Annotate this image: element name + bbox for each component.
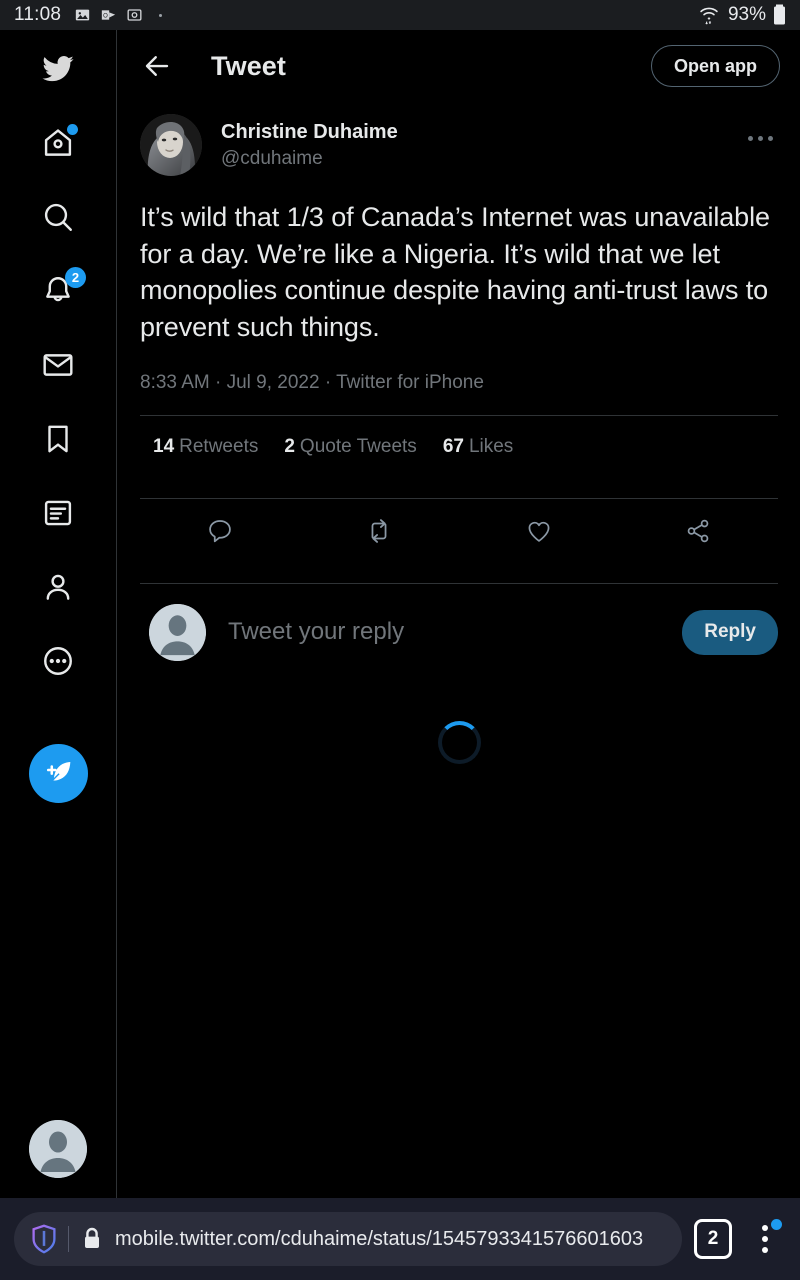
christine-duhaime-avatar [140,114,202,176]
home-badge-dot [67,124,78,135]
retweet-action-button[interactable] [300,517,460,545]
tab-switcher-button[interactable]: 2 [694,1219,732,1259]
quote-tweets-label: Quote Tweets [299,435,417,457]
likes-label: Likes [468,435,514,457]
svg-text:O: O [103,13,108,19]
reply-input[interactable]: Tweet your reply [228,618,404,646]
open-app-button[interactable]: Open app [650,45,780,87]
twitter-sidebar-rail: 2 [0,30,117,1198]
more-circle-icon [41,644,75,678]
search-icon [41,200,75,234]
home-icon [41,124,78,160]
page-title: Tweet [211,50,287,81]
retweets-count: 14 [153,435,175,457]
comment-icon [208,519,231,543]
twitter-bird-logo [42,56,74,82]
browser-bottom-bar: mobile.twitter.com/cduhaime/status/15457… [0,1198,800,1280]
author-handle[interactable]: @cduhaime [221,147,398,172]
back-arrow-icon [145,56,169,76]
compose-feather-icon [46,761,70,781]
sidebar-item-messages[interactable] [0,336,116,394]
loading-spinner [437,721,481,765]
retweets-label: Retweets [179,435,259,457]
sidebar-item-lists[interactable] [0,484,116,542]
lock-icon [85,1227,99,1248]
more-horizontal-icon [747,135,773,141]
reply-composer: Tweet your reply Reply [140,584,778,683]
sidebar-item-search[interactable] [0,188,116,246]
reply-avatar [149,603,206,661]
web-page: 2 Tweet Open app Christine Duhaime @cduh… [0,30,800,1198]
photo-icon [75,9,90,21]
author-name[interactable]: Christine Duhaime [221,120,398,145]
status-bar-right: 93% [697,4,786,26]
sidebar-item-bookmarks[interactable] [0,410,116,468]
likes-count: 67 [442,435,464,457]
app-icon [127,9,142,21]
mail-icon [41,348,75,382]
screen: 11:08 O 93% 2 Tweet Open app Christine D… [0,0,800,1280]
tweet-card: Christine Duhaime @cduhaime It’s wild th… [118,102,800,683]
reply-action-button[interactable] [140,517,300,545]
status-dot-icon [159,13,163,17]
battery-percent: 93% [727,4,766,25]
share-action-button[interactable] [619,517,779,545]
menu-update-dot [771,1219,782,1230]
brave-shield-icon[interactable] [30,1224,58,1254]
default-avatar-icon [149,603,206,661]
default-avatar-icon [29,1120,87,1178]
address-bar[interactable]: mobile.twitter.com/cduhaime/status/15457… [14,1212,682,1266]
sidebar-item-profile[interactable] [0,558,116,616]
sidebar-item-more[interactable] [0,632,116,690]
page-topbar: Tweet Open app [118,30,800,102]
tweet-action-bar [140,499,778,562]
tweet-author-row: Christine Duhaime @cduhaime [140,102,778,176]
battery-icon [774,4,785,25]
tweet-detail-column: Tweet Open app Christine Duhaime @cduhai… [118,30,800,1198]
outlook-icon: O [101,10,116,20]
tweet-timestamp: 8:33 AM · Jul 9, 2022 · Twitter for iPho… [140,371,484,393]
status-bar-clock: 11:08 [14,4,62,25]
address-bar-divider [68,1226,69,1252]
status-bar-notification-icons: O [74,7,163,23]
sidebar-logo[interactable] [0,40,116,98]
quote-tweets-count: 2 [284,435,295,457]
retweet-icon [371,519,387,543]
replies-loading-area [118,683,800,803]
tweet-stats: 14 Retweets 2 Quote Tweets 67 Likes [140,416,778,477]
avatar[interactable] [140,114,202,176]
share-icon [687,519,709,543]
stat-likes[interactable]: 67 Likes [443,436,514,458]
stat-quote-tweets[interactable]: 2 Quote Tweets [284,436,416,458]
tweet-author-meta: Christine Duhaime @cduhaime [221,114,398,172]
compose-tweet-button[interactable] [29,744,88,803]
bell-icon: 2 [41,267,86,308]
back-button[interactable] [140,49,174,83]
android-status-bar: 11:08 O 93% [0,0,800,30]
url-text[interactable]: mobile.twitter.com/cduhaime/status/15457… [115,1228,643,1251]
heart-icon [528,521,550,542]
sidebar-account-avatar[interactable] [29,1120,87,1178]
like-action-button[interactable] [459,517,619,545]
bookmark-icon [41,422,75,456]
lists-icon [41,496,75,530]
browser-menu-button[interactable] [750,1217,782,1261]
notifications-badge: 2 [65,267,86,288]
tweet-more-button[interactable] [742,114,778,150]
tweet-text: It’s wild that 1/3 of Canada’s Internet … [140,202,770,343]
person-icon [41,570,75,604]
sidebar-item-home[interactable] [0,114,116,172]
reply-submit-button[interactable]: Reply [682,609,778,655]
stat-retweets[interactable]: 14 Retweets [153,436,258,458]
sidebar-item-notifications[interactable]: 2 [0,262,116,320]
wifi-icon [700,7,718,25]
